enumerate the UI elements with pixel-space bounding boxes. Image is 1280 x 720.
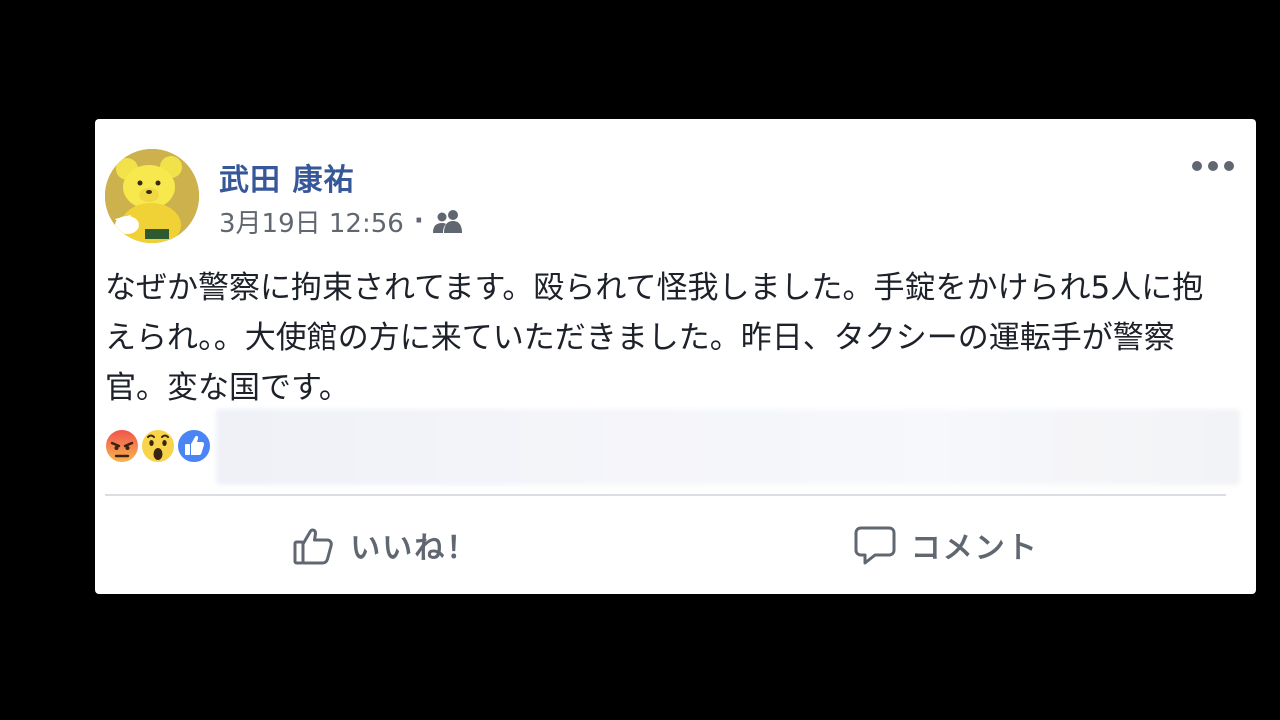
angry-reaction-icon bbox=[104, 428, 140, 464]
post-card: 武田 康祐 3月19日 12:56 · なぜか警察に拘束されてます。殴られて怪我… bbox=[95, 119, 1256, 594]
post-body-text: なぜか警察に拘束されてます。殴られて怪我しました。手錠をかけられ5人に抱えられ。… bbox=[105, 270, 1204, 406]
action-divider bbox=[105, 494, 1226, 496]
comment-button[interactable]: コメント bbox=[666, 497, 1227, 592]
friends-icon[interactable] bbox=[432, 208, 464, 234]
author-name[interactable]: 武田 康祐 bbox=[219, 155, 354, 199]
screen-background: 武田 康祐 3月19日 12:56 · なぜか警察に拘束されてます。殴られて怪我… bbox=[0, 0, 1280, 720]
more-options-icon[interactable] bbox=[1192, 155, 1234, 177]
blurred-reaction-summary bbox=[216, 409, 1240, 485]
teddy-bear-avatar-image bbox=[105, 149, 199, 243]
wow-reaction-icon bbox=[140, 428, 176, 464]
avatar[interactable] bbox=[105, 149, 199, 243]
speech-bubble-icon bbox=[854, 526, 896, 564]
comment-button-label: コメント bbox=[910, 530, 1039, 566]
meta-separator: · bbox=[413, 206, 424, 236]
post-meta: 3月19日 12:56 · bbox=[219, 203, 464, 239]
like-reaction-icon bbox=[176, 428, 212, 464]
like-button-label: いいね！ bbox=[350, 530, 479, 566]
thumbs-up-icon bbox=[293, 528, 334, 564]
post-timestamp[interactable]: 3月19日 12:56 bbox=[219, 203, 404, 240]
post-action-bar: いいね！ コメント bbox=[105, 497, 1226, 592]
like-button[interactable]: いいね！ bbox=[105, 497, 666, 592]
reactions-summary[interactable] bbox=[103, 426, 212, 466]
